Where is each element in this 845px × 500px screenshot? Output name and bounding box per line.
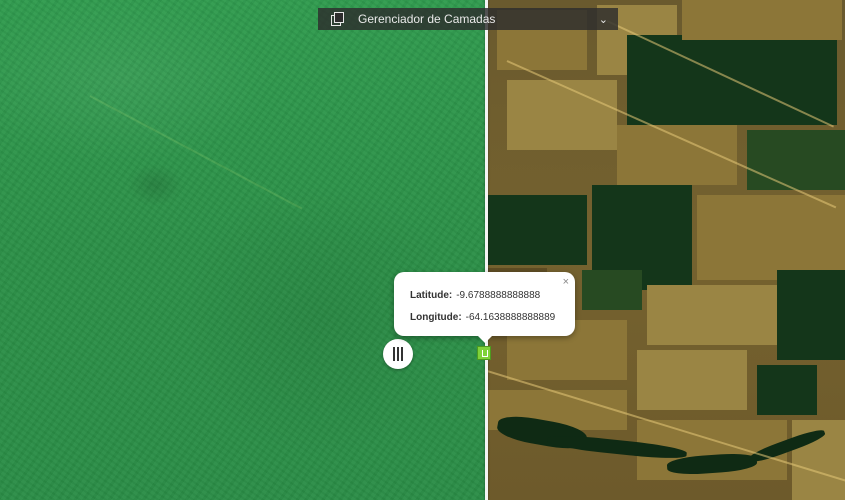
close-icon[interactable]: × [563,276,569,288]
chevron-down-icon[interactable]: ⌄ [599,13,608,26]
swipe-handle[interactable] [383,339,413,369]
popup-pointer [478,336,492,343]
longitude-value: -64.1638888888889 [465,311,556,323]
latitude-row: Latitude: -9.6788888888888 [410,284,575,306]
layer-manager-label: Gerenciador de Camadas [358,12,496,26]
latitude-label: Latitude: [410,289,453,301]
swipe-divider[interactable] [485,0,488,500]
coordinate-popup: × Latitude: -9.6788888888888 Longitude: … [394,272,575,343]
longitude-label: Longitude: [410,311,462,323]
location-marker-icon[interactable] [477,346,491,360]
layer-manager-bar[interactable]: Gerenciador de Camadas ⌄ [318,8,618,30]
map-view[interactable] [0,0,845,500]
longitude-row: Longitude: -64.1638888888889 [410,306,575,328]
layers-icon [330,12,344,26]
latitude-value: -9.6788888888888 [456,289,541,301]
before-imagery-pane [0,0,487,500]
drag-handle-icon [393,347,395,361]
after-imagery-pane [487,0,845,500]
